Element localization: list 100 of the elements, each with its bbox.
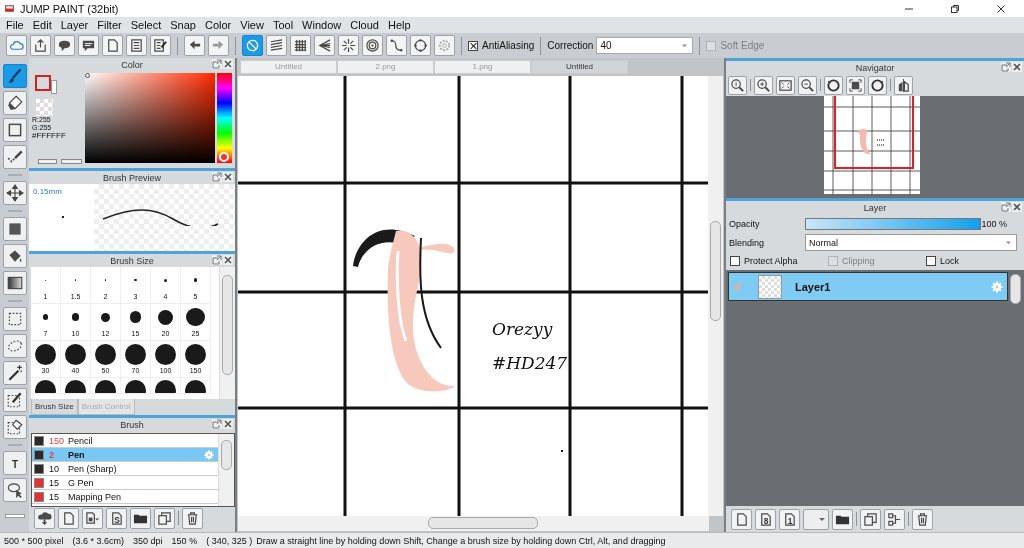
float-button[interactable] [1001, 202, 1011, 212]
list-button[interactable] [126, 35, 147, 56]
undo-arrow-button[interactable] [184, 35, 205, 56]
cloud-download-button[interactable] [34, 507, 55, 529]
scrollbar[interactable] [238, 516, 709, 531]
menu-item[interactable]: Cloud [346, 19, 384, 31]
burst-button[interactable] [338, 35, 359, 56]
brush-list-item[interactable]: 15 G Pen [32, 476, 218, 490]
correction-dropdown[interactable]: 40 [596, 37, 694, 54]
close-button[interactable] [1012, 62, 1022, 72]
tab[interactable]: Brush Size [31, 399, 78, 415]
chat-button[interactable] [78, 35, 99, 56]
small-button[interactable] [61, 159, 82, 164]
menu-item[interactable]: Layer [56, 19, 94, 31]
blending-dropdown[interactable]: Normal [805, 234, 1017, 251]
hue-slider[interactable] [217, 73, 232, 163]
folder-button[interactable] [832, 508, 853, 530]
fan-lines-button[interactable] [314, 35, 335, 56]
brush-list-item[interactable]: 10 Pen (Sharp) [32, 462, 218, 476]
brush-list-item[interactable]: 15 Mapping Pen [32, 490, 218, 504]
saturation-value-picker[interactable] [85, 73, 215, 163]
square-button[interactable] [2, 118, 27, 142]
visibility-toggle[interactable] [734, 282, 742, 291]
selection-pen-button[interactable] [2, 388, 27, 412]
filled-square-button[interactable] [2, 217, 27, 241]
folder-button[interactable] [130, 507, 151, 529]
sub-color-swatch[interactable] [51, 80, 57, 94]
checkbox[interactable]: AntiAliasing [468, 40, 535, 51]
float-button[interactable] [212, 59, 222, 69]
move-arrows-button[interactable] [2, 181, 27, 205]
menu-item[interactable]: Select [126, 19, 167, 31]
copy-button[interactable] [154, 507, 175, 529]
center-frame-button[interactable] [846, 75, 865, 95]
float-button[interactable] [212, 419, 222, 429]
small-button[interactable] [38, 159, 57, 164]
magnifier-button[interactable] [728, 75, 747, 95]
fit-screen-button[interactable] [776, 75, 795, 95]
float-button[interactable] [1001, 62, 1011, 72]
menu-item[interactable]: View [236, 19, 269, 31]
grid-button[interactable] [290, 35, 311, 56]
gradient-button[interactable] [2, 271, 27, 295]
merge-button[interactable] [884, 508, 905, 530]
flip-button[interactable] [894, 75, 913, 95]
menu-item[interactable]: Window [298, 19, 347, 31]
hue-handle[interactable] [219, 152, 229, 162]
page-button[interactable] [58, 507, 79, 529]
page-button[interactable] [102, 35, 123, 56]
main-color-swatch[interactable] [35, 75, 51, 91]
speech-bubble-button[interactable] [54, 35, 75, 56]
scrollbar[interactable] [219, 267, 235, 399]
menu-item[interactable]: Snap [166, 19, 201, 31]
opacity-slider[interactable] [805, 217, 981, 230]
drawing-canvas[interactable]: Orezyy #HD247 [238, 76, 708, 516]
canvas-thumbnail[interactable] [823, 96, 920, 194]
menu-item[interactable]: Help [384, 19, 416, 31]
dotted-rectangle-button[interactable] [2, 307, 27, 331]
cloud-button[interactable] [6, 35, 27, 56]
trash-button[interactable] [912, 508, 933, 530]
rotate-left-button[interactable] [824, 75, 843, 95]
menu-item[interactable]: Filter [93, 19, 127, 31]
close-button[interactable] [223, 419, 233, 429]
layer-item[interactable]: Layer1 [728, 272, 1008, 301]
menu-item[interactable]: Tool [268, 19, 299, 31]
checkbox[interactable]: Protect Alpha [730, 256, 828, 266]
close-button[interactable] [223, 255, 233, 265]
checkbox[interactable]: Lock [926, 256, 959, 266]
lasso-button[interactable] [2, 334, 27, 358]
paint-bucket-button[interactable] [2, 244, 27, 268]
parallel-lines-button[interactable] [266, 35, 287, 56]
eraser-button[interactable] [2, 91, 27, 115]
edit-list-button[interactable] [150, 35, 171, 56]
menu-item[interactable]: File [2, 19, 29, 31]
close-button[interactable] [223, 172, 233, 182]
rotate-right-button[interactable] [868, 75, 887, 95]
concentric-circles-button[interactable] [362, 35, 383, 56]
brush-list-item[interactable]: 2 Pen [32, 448, 218, 462]
lasso-arrow-button[interactable] [2, 478, 27, 502]
panel-grip[interactable] [4, 514, 25, 518]
zoom-in-button[interactable] [754, 75, 773, 95]
curve-button[interactable] [386, 35, 407, 56]
magic-wand-button[interactable] [2, 361, 27, 385]
selection-eraser-button[interactable] [2, 415, 27, 439]
scrollbar[interactable] [218, 434, 234, 506]
close-button[interactable] [223, 59, 233, 69]
brush-button[interactable] [2, 64, 27, 88]
upload-button[interactable] [30, 35, 51, 56]
copy-button[interactable] [860, 508, 881, 530]
trash-button[interactable] [182, 507, 203, 529]
dotted-circle-button[interactable] [410, 35, 431, 56]
menu-item[interactable]: Color [200, 19, 237, 31]
close-button[interactable] [1012, 202, 1022, 212]
document-tab[interactable]: Untitled [531, 60, 628, 74]
float-button[interactable] [212, 172, 222, 182]
transparent-swatch[interactable] [36, 99, 53, 116]
zoom-out-button[interactable] [798, 75, 817, 95]
menu-item[interactable]: Edit [28, 19, 57, 31]
prohibit-button[interactable] [242, 35, 263, 56]
dotted-pen-button[interactable] [2, 145, 27, 169]
scrollbar[interactable] [708, 76, 723, 516]
picker-cursor[interactable] [85, 73, 90, 78]
